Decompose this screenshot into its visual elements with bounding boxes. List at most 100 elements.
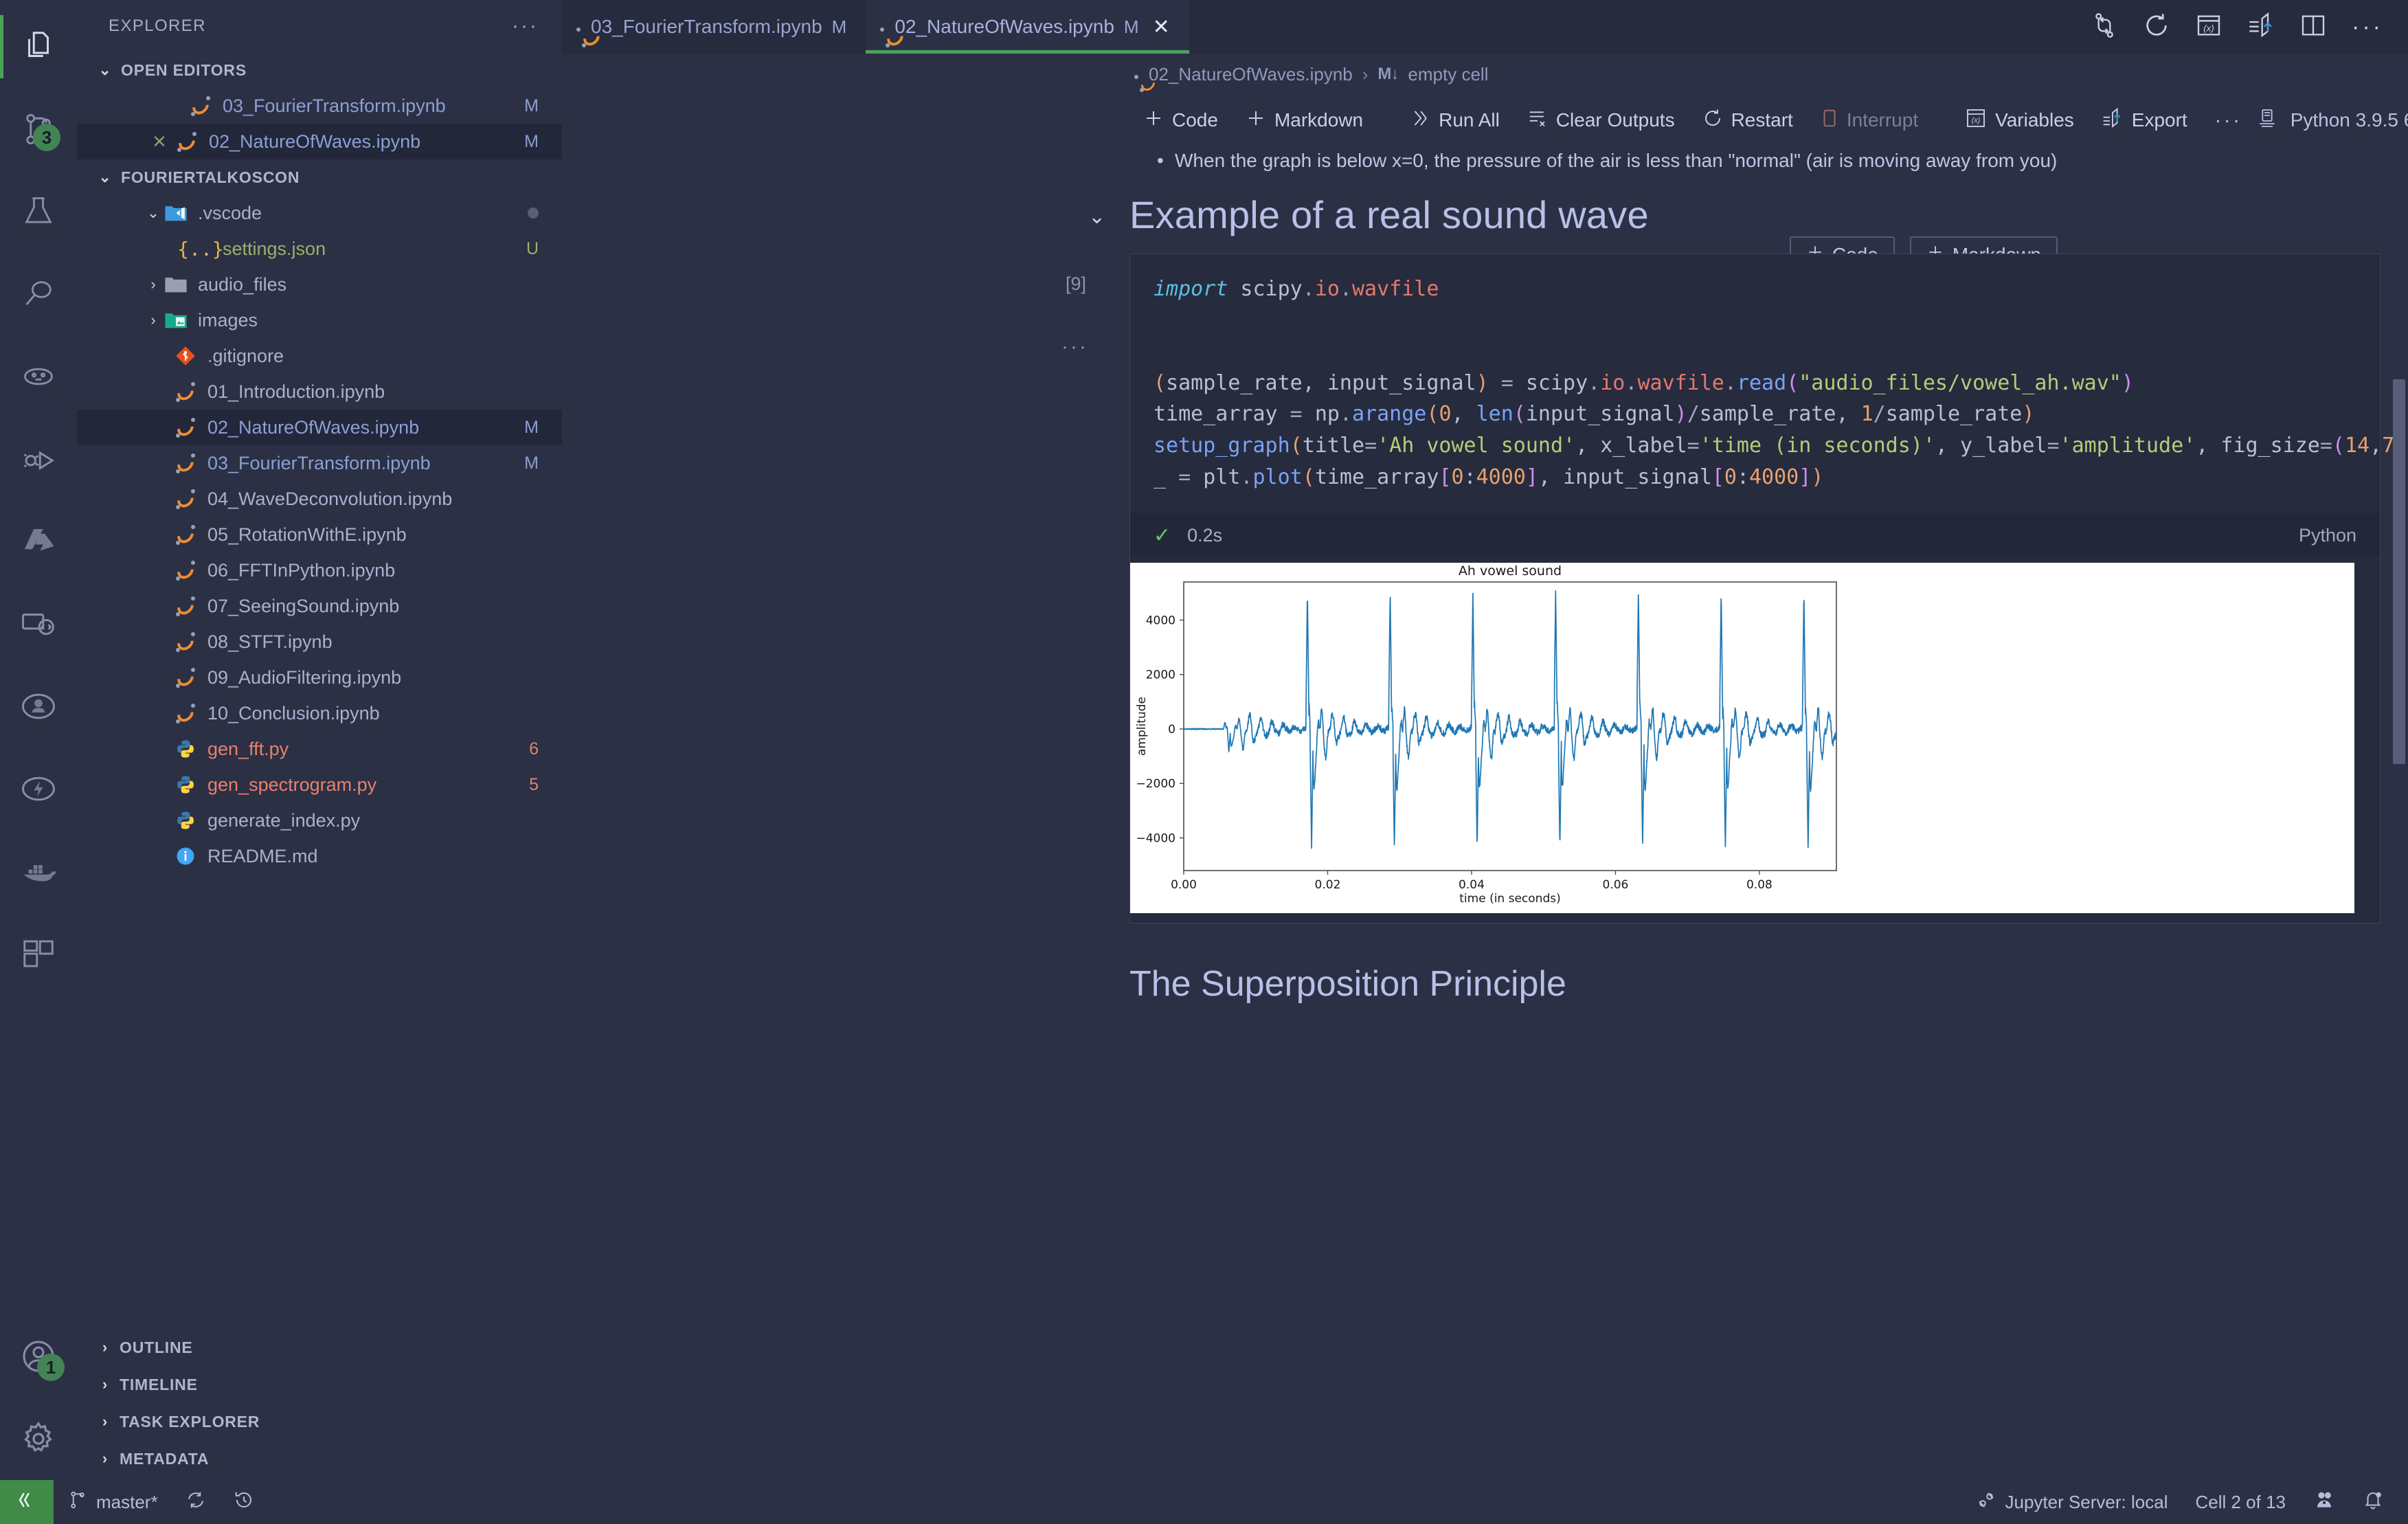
- close-icon[interactable]: ✕: [1153, 15, 1170, 39]
- sync-status[interactable]: [172, 1490, 220, 1515]
- cell-language[interactable]: Python: [2299, 525, 2380, 546]
- code-cell[interactable]: [9] ··· import scipy.io.wavfile (sample_…: [1061, 254, 2408, 924]
- activity-testing[interactable]: [0, 170, 77, 253]
- gitlens-status[interactable]: [2299, 1489, 2349, 1516]
- explorer-sidebar: EXPLORER ··· ⌄ OPEN EDITORS 03_FourierTr…: [77, 0, 562, 1480]
- open-editor-item-03[interactable]: 03_FourierTransform.ipynb M: [77, 88, 562, 124]
- tree-item-01-introduction[interactable]: 01_Introduction.ipynb: [77, 374, 562, 410]
- more-toolbar-actions-button[interactable]: ···: [2201, 101, 2256, 139]
- tree-item-images[interactable]: › images: [77, 302, 562, 338]
- activity-azure[interactable]: [0, 500, 77, 583]
- close-icon[interactable]: ✕: [146, 131, 173, 153]
- section-timeline[interactable]: › TIMELINE: [77, 1366, 562, 1403]
- chevron-down-icon: ⌄: [98, 61, 112, 78]
- tree-item-05-rotationwithe[interactable]: 05_RotationWithE.ipynb: [77, 517, 562, 552]
- activity-search[interactable]: [0, 253, 77, 335]
- cell-more-actions[interactable]: ···: [1061, 335, 1088, 359]
- open-editor-item-02[interactable]: ✕ 02_NatureOfWaves.ipynb M: [77, 124, 562, 159]
- remote-indicator[interactable]: [0, 1480, 54, 1524]
- section-metadata[interactable]: › METADATA: [77, 1440, 562, 1477]
- history-status[interactable]: [220, 1490, 268, 1515]
- restart-kernel-button[interactable]: Restart: [1689, 101, 1807, 139]
- tree-item-name: 08_STFT.ipynb: [207, 631, 333, 652]
- tree-item-06-fftinpython[interactable]: 06_FFTInPython.ipynb: [77, 552, 562, 588]
- markdown-heading-cell[interactable]: ⌄ Example of a real sound wave Code Mark…: [1088, 192, 2381, 273]
- notebook-toolbar: Code Markdown Run All Clear Outputs Rest…: [562, 95, 2408, 146]
- split-editor-icon[interactable]: [2299, 12, 2327, 43]
- button-label: Run All: [1439, 109, 1500, 131]
- button-label: Code: [1172, 109, 1218, 131]
- tree-item-vscode-folder[interactable]: ⌄ .vscode: [77, 195, 562, 231]
- export-icon[interactable]: [2247, 12, 2275, 43]
- clear-outputs-button[interactable]: Clear Outputs: [1514, 101, 1689, 139]
- activity-thunder-client[interactable]: [0, 748, 77, 830]
- cell-position-status[interactable]: Cell 2 of 13: [2181, 1492, 2299, 1513]
- kernel-selector[interactable]: Python 3.9.5 64-bit ('conda-env': conda): [2256, 107, 2408, 134]
- tree-item-status: 6: [529, 739, 539, 759]
- section-outline[interactable]: › OUTLINE: [77, 1329, 562, 1366]
- activity-extensions[interactable]: [0, 912, 77, 995]
- add-markdown-cell-button[interactable]: Markdown: [1232, 101, 1377, 139]
- activity-github[interactable]: [0, 665, 77, 748]
- tree-item-04-wavedeconvolution[interactable]: 04_WaveDeconvolution.ipynb: [77, 481, 562, 517]
- editor-area: 03_FourierTransform.ipynb M 02_NatureOfW…: [562, 0, 2408, 1480]
- export-button[interactable]: Export: [2088, 101, 2201, 139]
- activity-run-debug[interactable]: [0, 418, 77, 500]
- cell-output: Ah vowel sound time (in seconds) amplitu…: [1130, 557, 2380, 923]
- tree-item-07-seeingsound[interactable]: 07_SeeingSound.ipynb: [77, 588, 562, 624]
- branch-status[interactable]: master*: [54, 1490, 172, 1515]
- code-editor[interactable]: import scipy.io.wavfile (sample_rate, in…: [1130, 254, 2408, 513]
- activity-live-share[interactable]: [0, 335, 77, 418]
- source-control-icon[interactable]: [2091, 12, 2118, 43]
- notebook-scrollbar[interactable]: [2393, 379, 2405, 764]
- jupyter-icon: [172, 451, 199, 475]
- activity-settings[interactable]: [0, 1398, 77, 1480]
- activity-source-control[interactable]: 3: [0, 88, 77, 170]
- tab-03-fouriertransform[interactable]: 03_FourierTransform.ipynb M: [562, 0, 866, 54]
- export-icon: [2102, 107, 2124, 134]
- run-all-button[interactable]: Run All: [1396, 101, 1514, 139]
- tree-item-03-fouriertransform[interactable]: 03_FourierTransform.ipynb M: [77, 445, 562, 481]
- tree-item-name: 01_Introduction.ipynb: [207, 381, 385, 402]
- activity-docker[interactable]: [0, 830, 77, 912]
- breadcrumb: 02_NatureOfWaves.ipynb › M↓ empty cell: [562, 54, 2408, 95]
- tree-item-10-conclusion[interactable]: 10_Conclusion.ipynb: [77, 695, 562, 731]
- jupyter-server-status[interactable]: Jupyter Server: local: [1962, 1490, 2181, 1515]
- breadcrumb-cell[interactable]: empty cell: [1408, 64, 1488, 85]
- x-tick-label: 0.04: [1459, 878, 1485, 892]
- y-tick-label: 2000: [1146, 669, 1175, 682]
- tree-item-readme-md[interactable]: README.md: [77, 838, 562, 874]
- execution-count: [9]: [1066, 273, 1087, 294]
- variables-icon[interactable]: (x): [2195, 12, 2223, 43]
- tree-item-gitignore[interactable]: .gitignore: [77, 338, 562, 374]
- activity-remote[interactable]: [0, 583, 77, 665]
- notifications-status[interactable]: [2349, 1490, 2397, 1515]
- workspace-header[interactable]: ⌄ FOURIERTALKOSCON: [77, 159, 562, 195]
- remote-indicator-icon: [15, 1488, 38, 1516]
- tab-02-natureofwaves[interactable]: 02_NatureOfWaves.ipynb M ✕: [866, 0, 1190, 54]
- tree-item-generate-index-py[interactable]: generate_index.py: [77, 803, 562, 838]
- chevron-right-icon: ›: [150, 276, 156, 293]
- tree-item-09-audiofiltering[interactable]: 09_AudioFiltering.ipynb: [77, 660, 562, 695]
- tree-item-08-stft[interactable]: 08_STFT.ipynb: [77, 624, 562, 660]
- tab-label: 02_NatureOfWaves.ipynb: [894, 16, 1114, 37]
- tree-item-settings-json[interactable]: {..} settings.json U: [77, 231, 562, 267]
- tree-item-02-natureofwaves[interactable]: 02_NatureOfWaves.ipynb M: [77, 410, 562, 445]
- tree-item-audio-files[interactable]: › audio_files: [77, 267, 562, 302]
- chevron-down-icon[interactable]: ⌄: [1088, 205, 1105, 229]
- tree-item-gen-fft-py[interactable]: gen_fft.py 6: [77, 731, 562, 767]
- interrupt-kernel-button[interactable]: Interrupt: [1807, 101, 1932, 139]
- open-editors-header[interactable]: ⌄ OPEN EDITORS: [77, 52, 562, 88]
- explorer-more-button[interactable]: ···: [512, 14, 539, 38]
- add-code-cell-button[interactable]: Code: [1129, 101, 1232, 139]
- activity-explorer[interactable]: [0, 5, 77, 88]
- restart-icon[interactable]: [2143, 12, 2170, 43]
- breadcrumb-file[interactable]: 02_NatureOfWaves.ipynb: [1149, 64, 1353, 85]
- activity-accounts[interactable]: 1: [0, 1315, 77, 1398]
- section-task-explorer[interactable]: › TASK EXPLORER: [77, 1403, 562, 1440]
- page-title: Example of a real sound wave: [1129, 193, 1649, 236]
- tree-item-gen-spectrogram-py[interactable]: gen_spectrogram.py 5: [77, 767, 562, 803]
- variables-button[interactable]: (x) Variables: [1951, 101, 2088, 139]
- jupyter-icon: [172, 666, 199, 690]
- ellipsis-icon[interactable]: ···: [2352, 14, 2383, 41]
